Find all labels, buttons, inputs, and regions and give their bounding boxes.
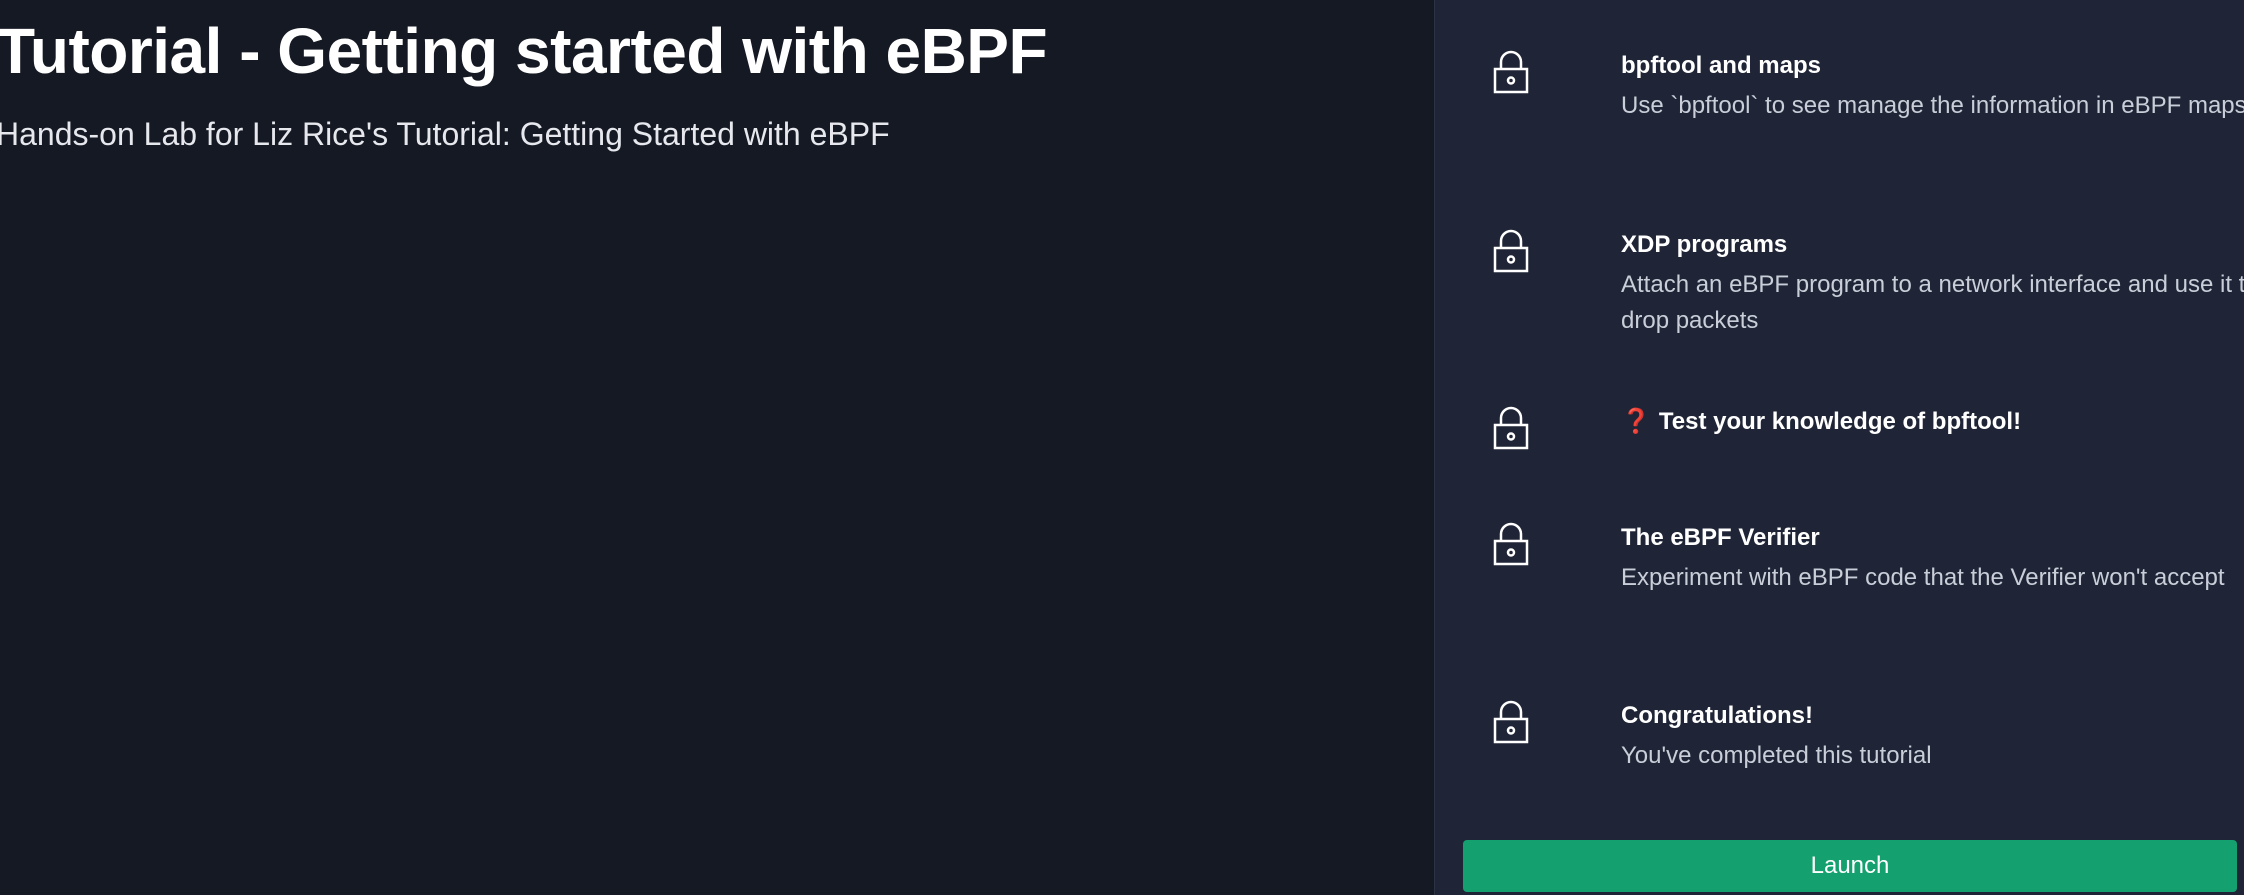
question-mark-icon: ❓ [1621,408,1651,435]
step-title: bpftool and maps [1621,52,1821,79]
page-subtitle: Hands-on Lab for Liz Rice's Tutorial: Ge… [0,116,890,152]
step-title-text: Test your knowledge of bpftool! [1658,408,2022,435]
lock-icon [1493,522,1529,566]
steps-panel: bpftool and maps Use `bpftool` to see ma… [1435,0,2244,895]
tutorial-header-area: Tutorial - Getting started with eBPF Han… [0,0,1434,895]
step-title: ❓ Test your knowledge of bpftool! [1621,406,2244,438]
step-title: Congratulations! [1621,702,1813,729]
lock-icon [1493,229,1529,273]
step-description: Attach an eBPF program to a network inte… [1621,271,2244,334]
step-description: Use `bpftool` to see manage the informat… [1621,92,2244,119]
page-title: Tutorial - Getting started with eBPF [0,15,1048,87]
page: Tutorial - Getting started with eBPF Han… [0,0,2244,895]
lock-icon [1493,700,1529,744]
lock-icon [1493,406,1529,450]
lock-icon [1493,50,1529,94]
step-description: Experiment with eBPF code that the Verif… [1621,564,2225,591]
step-title: The eBPF Verifier [1621,524,1820,551]
step-title: XDP programs [1621,231,1788,258]
launch-button[interactable]: Launch [1463,840,2237,892]
step-description: You've completed this tutorial [1621,742,1932,769]
